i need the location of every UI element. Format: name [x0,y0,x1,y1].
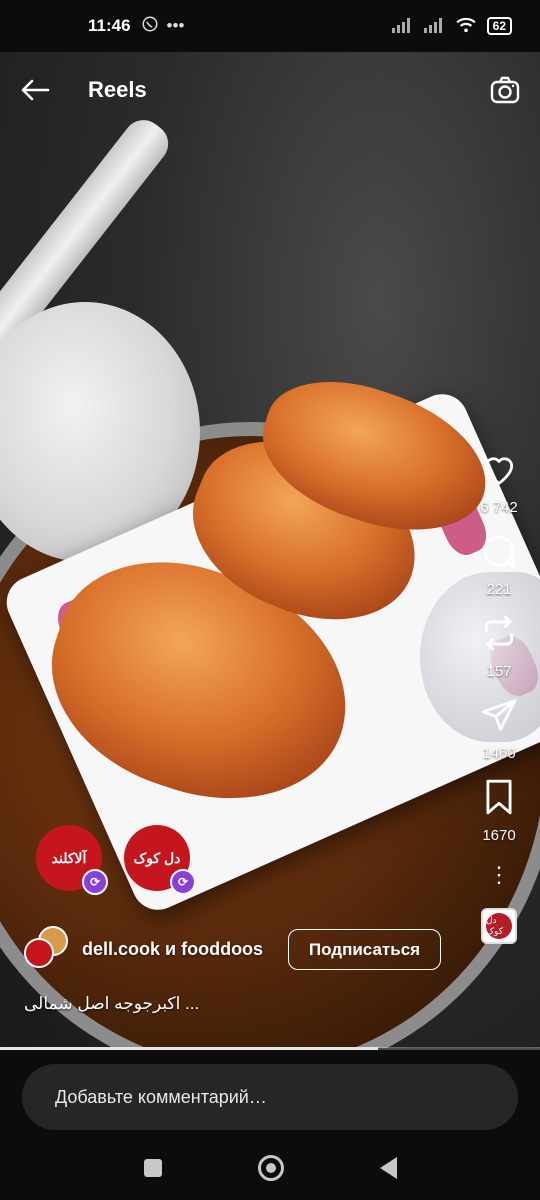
status-time: 11:46 [88,16,131,35]
reel-caption[interactable]: اکبرجوجه اصل شمالی ... [24,994,199,1014]
wifi-icon [455,17,477,36]
audio-thumb-logo: دل کوک [486,913,512,939]
save-count: 1670 [482,827,516,844]
page-title: Reels [88,77,147,102]
collaborator-avatar-label: دل کوک [133,849,181,866]
reel-video[interactable] [0,52,540,1048]
reels-header: Reels [0,62,540,118]
author-name[interactable]: dell.cook и fooddoos [82,939,263,960]
back-triangle-icon[interactable] [379,1157,397,1179]
more-vertical-icon[interactable]: ⋮ [488,862,510,888]
like-button[interactable]: 6 742 [480,450,518,516]
status-bar: 11:46 ••• 62 [0,0,540,52]
more-dots-icon: ••• [166,16,185,35]
author-row[interactable]: dell.cook и fooddoos [24,926,263,972]
recents-square-icon[interactable] [143,1159,162,1177]
bookmark-icon [480,778,518,821]
share-count: 1460 [482,745,516,762]
like-count: 6 742 [480,499,518,516]
audio-thumbnail[interactable]: دل کوک [481,908,517,944]
system-nav-bar [0,1136,540,1200]
comment-button[interactable]: 221 [480,532,518,598]
repost-badge-icon: ⟳ [170,869,196,895]
comment-count: 221 [486,581,512,598]
repost-icon [480,614,518,657]
home-circle-icon[interactable] [257,1155,284,1181]
repost-badge-icon: ⟳ [82,869,108,895]
collaborator-avatar[interactable]: آلاکلند ⟳ [36,825,108,895]
author-avatars[interactable] [24,926,74,972]
whatsapp-icon [141,15,159,38]
send-icon [480,696,518,739]
signal-icon [391,17,413,36]
repost-count: 157 [486,663,512,680]
comment-bubble-icon [480,532,518,575]
collaborator-avatar-label: آلاکلند [51,849,87,866]
camera-icon[interactable] [488,73,522,107]
back-arrow-icon[interactable] [18,73,52,107]
avatar [24,938,54,968]
follow-button[interactable]: Подписаться [288,929,441,970]
heart-icon [480,450,518,493]
battery-indicator: 62 [486,17,512,35]
comment-input[interactable]: Добавьте комментарий… [22,1064,518,1130]
action-rail: 6 742 221 157 1460 1670 ⋮ دل کوک [470,450,528,944]
comment-bar: Добавьте комментарий… [0,1050,540,1136]
repost-button[interactable]: 157 [480,614,518,680]
collaborator-avatar[interactable]: دل کوک ⟳ [124,825,196,895]
share-button[interactable]: 1460 [480,696,518,762]
save-button[interactable]: 1670 [480,778,518,844]
signal-icon [423,17,445,36]
